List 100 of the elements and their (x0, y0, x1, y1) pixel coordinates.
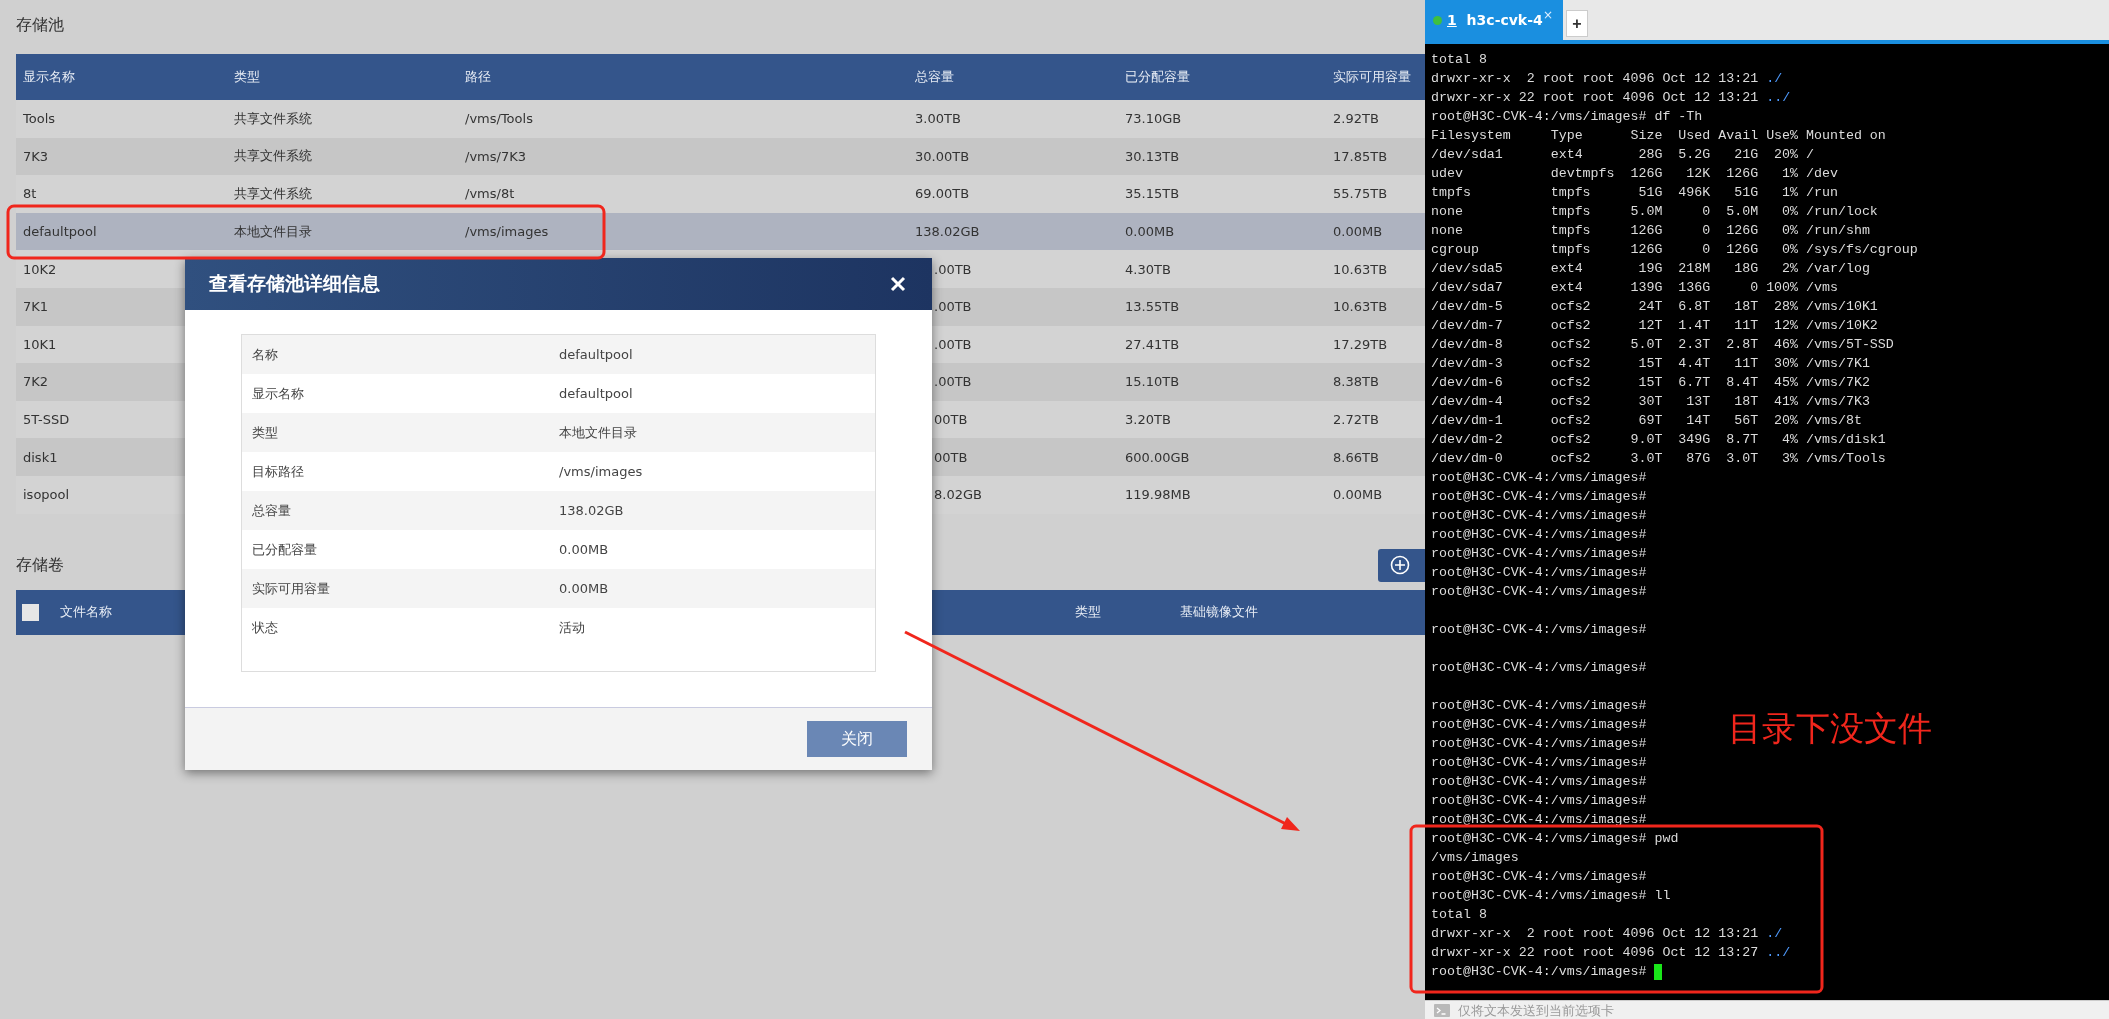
terminal-line: root@H3C-CVK-4:/vms/images# (1431, 564, 1647, 582)
terminal-line: root@H3C-CVK-4:/vms/images# (1431, 526, 1647, 544)
field-value: 活动 (559, 618, 585, 637)
terminal-line: root@H3C-CVK-4:/vms/images# (1431, 716, 1647, 734)
terminal-line: Filesystem Type Size Used Avail Use% Mounted on (1431, 127, 1886, 145)
section-title: 存储池 (15, 14, 65, 36)
terminal-line: /dev/dm-5 ocfs2 24T 6.8T 18T 28% /vms/10K1 (1431, 298, 1878, 316)
table-cell-text: 15.10TB (1124, 374, 1181, 390)
table-cell-text: 7K1 (22, 299, 50, 315)
table-cell-text: 600.00GB (1124, 449, 1191, 465)
table-cell: .00TB (934, 336, 972, 352)
table-cell: .00TB (934, 261, 972, 277)
terminal-line: root@H3C-CVK-4:/vms/images# (1431, 621, 1647, 639)
directory-name: ./ (1766, 70, 1783, 88)
terminal-line: root@H3C-CVK-4:/vms/images# pwd (1431, 830, 1679, 848)
table-cell: 00TB (934, 412, 968, 428)
table-cell: /vms/7K3 (465, 148, 526, 164)
terminal-line: udev devtmpfs 126G 12K 126G 1% /dev (1431, 165, 1838, 183)
column-header: 类型 (233, 68, 261, 86)
table-cell-text: 17.85TB (1332, 148, 1389, 164)
table-cell-text: 10K1 (22, 336, 58, 352)
table-cell-text: Tools (22, 111, 57, 127)
table-cell-text: 10.63TB (1332, 299, 1389, 315)
terminal-line: /vms/images (1431, 849, 1519, 867)
terminal-line: /dev/dm-3 ocfs2 15T 4.4T 11T 30% /vms/7K1 (1431, 355, 1870, 373)
terminal-line: /dev/sda5 ext4 19G 218M 18G 2% /var/log (1431, 260, 1870, 278)
table-cell-text: 2.92TB (1332, 111, 1380, 127)
column-header: 基础镜像文件 (1180, 603, 1258, 621)
terminal-line: /dev/sda7 ext4 139G 136G 0 100% /vms (1431, 279, 1838, 297)
directory-name: ../ (1766, 89, 1791, 107)
table-cell-text: 10.63TB (1332, 261, 1389, 277)
terminal-line: root@H3C-CVK-4:/vms/images# (1431, 469, 1647, 487)
column-header: 类型 (1075, 603, 1101, 621)
field-value: 本地文件目录 (559, 423, 637, 442)
column-header: 文件名称 (60, 603, 112, 621)
table-cell-text: 30.13TB (1124, 148, 1181, 164)
column-header: 实际可用容量 (1332, 68, 1412, 86)
table-cell: 138.02GB (915, 224, 980, 240)
table-cell: /vms/8t (465, 186, 515, 202)
terminal-line: /dev/dm-8 ocfs2 5.0T 2.3T 2.8T 46% /vms/5T-SSD (1431, 336, 1894, 354)
section-title: 存储卷 (16, 554, 64, 576)
terminal-line: drwxr-xr-x 22 root root 4096 Oct 12 13:21 (1431, 89, 1759, 107)
table-cell: 3.00TB (915, 111, 961, 127)
field-label: 类型 (251, 423, 279, 442)
table-cell-text: 3.20TB (1124, 412, 1172, 428)
table-cell: 共享文件系统 (234, 186, 312, 201)
terminal-line: root@H3C-CVK-4:/vms/images# (1431, 583, 1647, 601)
terminal-line: cgroup tmpfs 126G 0 126G 0% /sys/fs/cgroup (1431, 241, 1918, 259)
table-cell-text: 7K2 (22, 374, 50, 390)
table-cell-text: 8.38TB (1332, 374, 1380, 390)
table-cell-text: 55.75TB (1332, 186, 1389, 202)
table-cell-text: 35.15TB (1124, 186, 1181, 202)
field-value: 0.00MB (559, 581, 609, 596)
table-cell-text: 0.00MB (1332, 487, 1384, 503)
terminal-line: /dev/sda1 ext4 28G 5.2G 21G 20% / (1431, 146, 1814, 164)
terminal-line: root@H3C-CVK-4:/vms/images# (1431, 545, 1647, 563)
table-cell-text: 17.29TB (1332, 336, 1389, 352)
terminal-line: root@H3C-CVK-4:/vms/images# (1431, 697, 1647, 715)
table-cell: 8.02GB (934, 487, 982, 503)
terminal-line: root@H3C-CVK-4:/vms/images# (1431, 868, 1647, 886)
terminal-line: root@H3C-CVK-4:/vms/images# (1431, 754, 1647, 772)
table-cell: 本地文件目录 (234, 223, 312, 239)
field-value: 0.00MB (559, 542, 609, 557)
field-value: defaultpool (559, 347, 633, 362)
table-cell: 共享文件系统 (234, 148, 312, 164)
table-cell: .00TB (934, 299, 972, 315)
table-cell: .00TB (934, 374, 972, 390)
table-cell-text: isopool (22, 487, 71, 503)
field-value: defaultpool (559, 386, 633, 401)
directory-name: ../ (1766, 944, 1791, 962)
terminal-line: none tmpfs 126G 0 126G 0% /run/shm (1431, 222, 1870, 240)
terminal-line: root@H3C-CVK-4:/vms/images# (1431, 735, 1647, 753)
table-cell: /vms/images (465, 224, 549, 240)
table-cell-text: defaultpool (22, 224, 98, 240)
table-cell-text: 0.00MB (1332, 224, 1384, 240)
column-header: 路径 (464, 68, 492, 86)
table-cell-text: 13.55TB (1124, 299, 1181, 315)
field-label: 名称 (251, 345, 279, 364)
table-cell-text: 7K3 (22, 148, 50, 164)
field-label: 实际可用容量 (251, 579, 331, 598)
table-cell-text: 10K2 (22, 261, 58, 277)
table-cell-text: 2.72TB (1332, 412, 1380, 428)
table-cell-text: 8.66TB (1332, 449, 1380, 465)
terminal-line: /dev/dm-7 ocfs2 12T 1.4T 11T 12% /vms/10K2 (1431, 317, 1878, 335)
field-value: 138.02GB (559, 503, 624, 518)
table-cell-text: 0.00MB (1124, 224, 1176, 240)
table-cell-text: 8t (22, 186, 38, 202)
field-label: 总容量 (251, 501, 292, 520)
table-cell: 69.00TB (915, 186, 970, 202)
terminal-line: total 8 (1431, 906, 1487, 924)
terminal-line: /dev/dm-0 ocfs2 3.0T 87G 3.0T 3% /vms/Tools (1431, 450, 1886, 468)
field-value: /vms/images (559, 464, 643, 479)
terminal-line: tmpfs tmpfs 51G 496K 51G 1% /run (1431, 184, 1838, 202)
table-cell-text: 73.10GB (1124, 111, 1183, 127)
terminal-line: total 8 (1431, 51, 1487, 69)
table-cell: /vms/Tools (465, 111, 533, 127)
table-cell-text: 119.98MB (1124, 487, 1192, 503)
dialog-title: 查看存储池详细信息 (209, 271, 380, 296)
annotation-text: 目录下没文件 (1728, 707, 1932, 750)
directory-name: ./ (1766, 925, 1783, 943)
